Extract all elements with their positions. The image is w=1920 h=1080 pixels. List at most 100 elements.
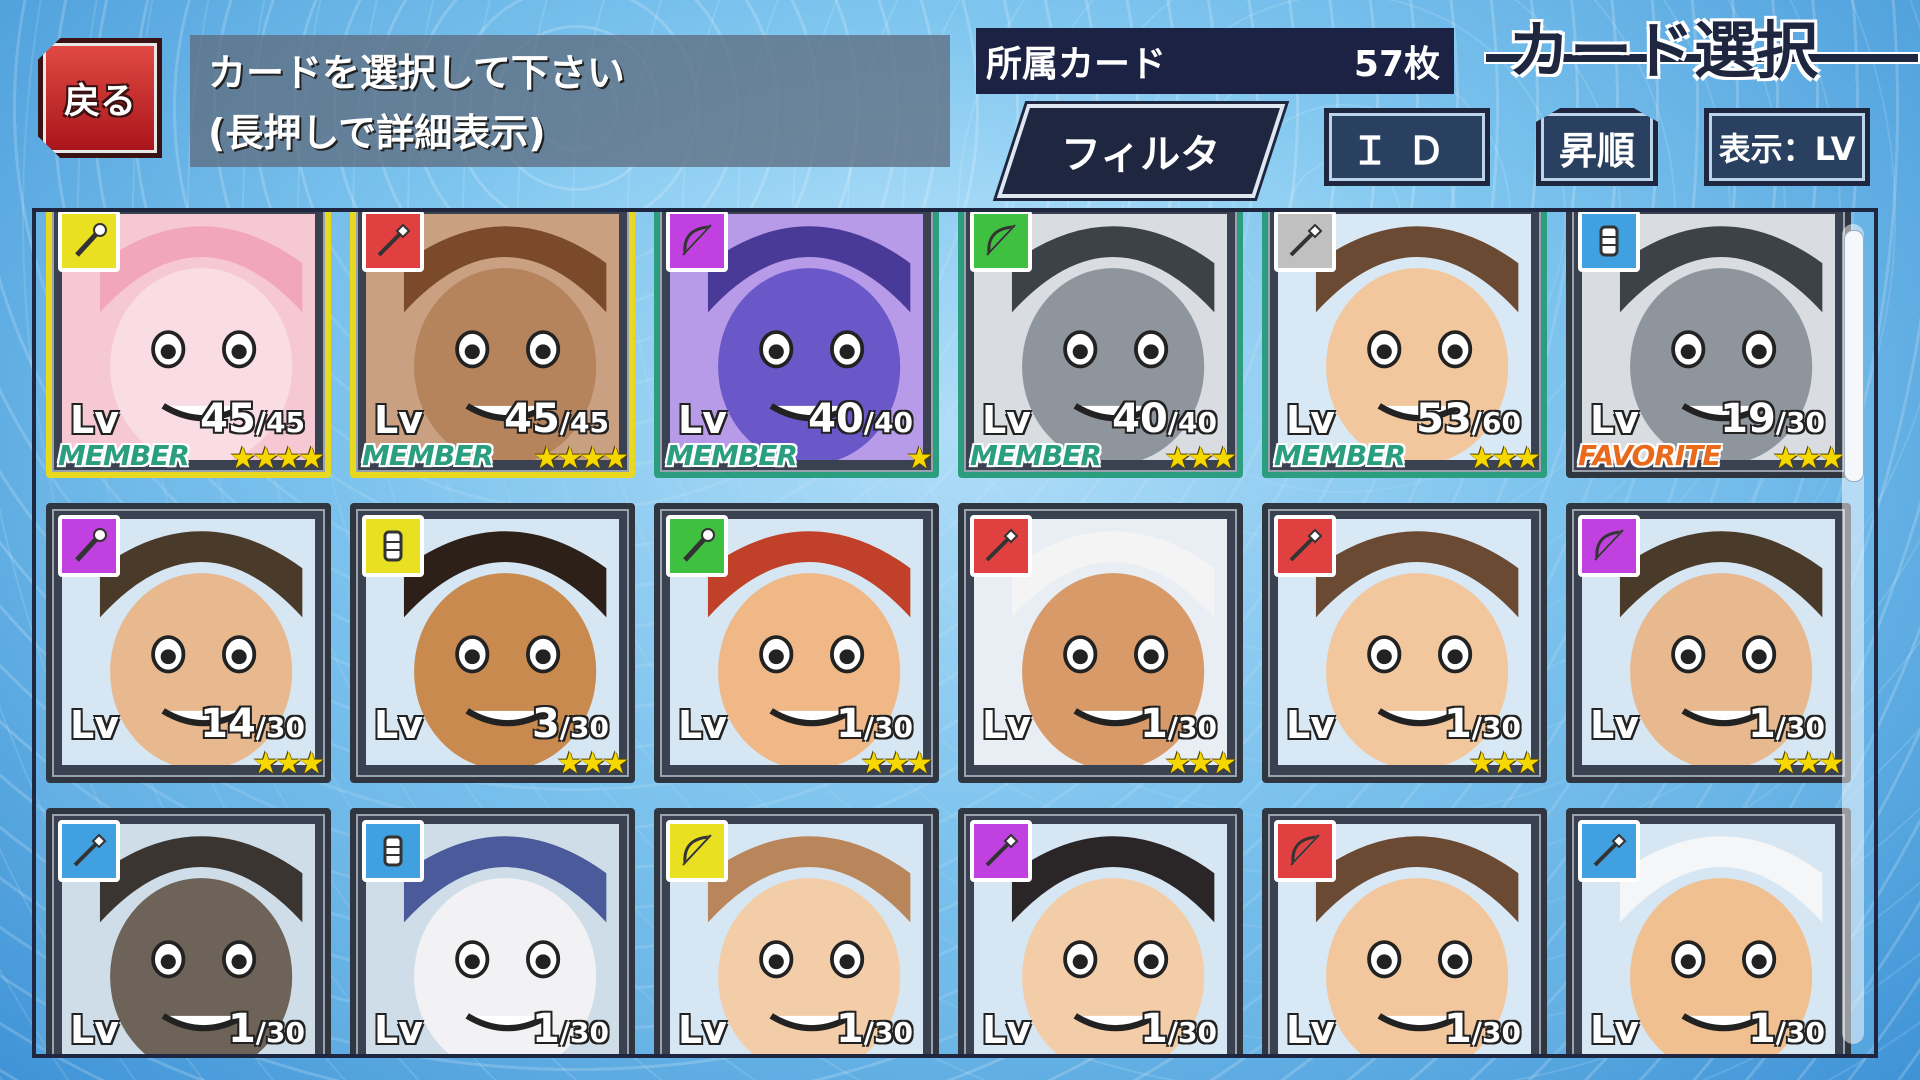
bow-icon [970, 212, 1032, 272]
card[interactable]: Lv1/30★★★ [1262, 808, 1547, 1054]
level-value: 19/30 [1720, 396, 1825, 442]
gauntlet-icon [362, 820, 424, 882]
level-label: Lv [678, 703, 727, 747]
level-label: Lv [1286, 398, 1335, 442]
card[interactable]: Lv 40/40 MEMBER ★ [654, 212, 939, 478]
scrollbar-thumb[interactable] [1844, 230, 1864, 482]
level-max: /30 [559, 711, 609, 744]
card-count-value: 57枚 [1353, 44, 1440, 85]
rarity-stars: ★★★ [860, 746, 933, 781]
card[interactable]: Lv 1/30★★★ [1566, 808, 1851, 1054]
level-current: 45 [504, 396, 560, 442]
level-current: 45 [200, 396, 256, 442]
rarity-stars: ★★★★ [229, 441, 325, 476]
level-max: /30 [863, 1016, 913, 1049]
level-value: 1/30 [228, 1006, 305, 1052]
card[interactable]: Lv 40/40 MEMBER ★★★ [958, 212, 1243, 478]
card[interactable]: Lv 19/30 FAVORITE ★★★ [1566, 212, 1851, 478]
card-grid-panel[interactable]: Lv 45/45 MEMBER ★★★★ Lv 45/45 MEMBER ★★★★ Lv 40/4… [32, 208, 1878, 1058]
level-label: Lv [70, 703, 119, 747]
spear-icon [1274, 515, 1336, 577]
card-status-tag: MEMBER [362, 439, 494, 472]
rarity-stars: ★★★ [860, 1051, 933, 1054]
level-value: 1/30 [1748, 1006, 1825, 1052]
level-max: /30 [1775, 711, 1825, 744]
level-current: 1 [227, 1006, 256, 1052]
spear-icon [1578, 820, 1640, 882]
level-max: /40 [1167, 406, 1217, 439]
instruction-panel: カードを選択して下さい (長押しで詳細表示) [190, 35, 950, 167]
sort-order-button[interactable]: 昇順 [1536, 108, 1658, 186]
level-max: /30 [1471, 711, 1521, 744]
card[interactable]: Lv 14/30 ★★★ [46, 503, 331, 783]
level-current: 1 [1139, 1006, 1168, 1052]
level-value: 1/30 [1444, 1006, 1521, 1052]
card-count-box: 所属カード 57枚 [976, 28, 1454, 94]
rarity-stars: ★★★ [252, 746, 325, 781]
level-value: 1/30 [1140, 701, 1217, 747]
card[interactable]: Lv1/30★★★ [654, 503, 939, 783]
card[interactable]: Lv1/30★★★ [958, 503, 1243, 783]
card[interactable]: Lv 45/45 MEMBER ★★★★ [350, 212, 635, 478]
level-current: 1 [1747, 701, 1776, 747]
rarity-stars: ★★★ [252, 1051, 325, 1054]
level-max: /30 [1167, 1016, 1217, 1049]
level-current: 1 [1443, 701, 1472, 747]
scrollbar[interactable] [1842, 224, 1864, 1044]
rarity-stars: ★★★ [1164, 746, 1237, 781]
card-status-tag: MEMBER [58, 439, 190, 472]
view-mode-label: 表示：LV [1718, 130, 1856, 168]
level-value: 45/45 [200, 396, 305, 442]
spear-icon [970, 515, 1032, 577]
card[interactable]: Lv1/30★★★ [958, 808, 1243, 1054]
screen-title-area: カード選択 [1484, 0, 1920, 87]
level-value: 53/60 [1416, 396, 1521, 442]
level-value: 3/30 [532, 701, 609, 747]
card[interactable]: Lv1/30★★★ [1262, 503, 1547, 783]
level-current: 1 [835, 1006, 864, 1052]
level-label: Lv [70, 1008, 119, 1052]
gauntlet-icon [1578, 212, 1640, 272]
level-label: Lv [374, 703, 423, 747]
level-max: /60 [1471, 406, 1521, 439]
card[interactable]: Lv1/30★★★ [654, 808, 939, 1054]
rarity-stars: ★★★ [1164, 441, 1237, 476]
level-value: 1/30 [1140, 1006, 1217, 1052]
bow-icon [1274, 820, 1336, 882]
level-max: /30 [559, 1016, 609, 1049]
card[interactable]: Lv 3/30 ★★★ [350, 503, 635, 783]
rarity-stars: ★★★ [1164, 1051, 1237, 1054]
rarity-stars: ★★★ [1772, 1051, 1845, 1054]
view-mode-button[interactable]: 表示：LV [1704, 108, 1870, 186]
card[interactable]: Lv 53/60 MEMBER ★★★ [1262, 212, 1547, 478]
level-current: 40 [808, 396, 864, 442]
card-grid: Lv 45/45 MEMBER ★★★★ Lv 45/45 MEMBER ★★★★ Lv 40/4… [46, 212, 1851, 1054]
card[interactable]: Lv1/30★★★ [1566, 503, 1851, 783]
level-current: 19 [1720, 396, 1776, 442]
bow-icon [666, 212, 728, 272]
level-value: 1/30 [836, 1006, 913, 1052]
level-label: Lv [1286, 703, 1335, 747]
staff-icon [666, 515, 728, 577]
level-value: 1/30 [1444, 701, 1521, 747]
spear-icon [970, 820, 1032, 882]
spear-icon [1274, 212, 1336, 272]
instruction-text: カードを選択して下さい [208, 51, 625, 95]
card[interactable]: Lv 1/30★★★ [46, 808, 331, 1054]
sort-order-label: 昇順 [1558, 128, 1635, 173]
back-button-label: 戻る [63, 81, 136, 122]
filter-button[interactable]: フィルタ [996, 104, 1286, 198]
level-max: /45 [559, 406, 609, 439]
level-current: 1 [531, 1006, 560, 1052]
card[interactable]: Lv 45/45 MEMBER ★★★★ [46, 212, 331, 478]
back-button[interactable]: 戻る [38, 38, 162, 158]
level-label: Lv [1590, 398, 1639, 442]
level-label: Lv [1590, 1008, 1639, 1052]
spear-icon [362, 212, 424, 272]
card-count-label: 所属カード [986, 44, 1167, 85]
card[interactable]: Lv1/30★★★ [350, 808, 635, 1054]
sort-key-button[interactable]: ＩＤ [1324, 108, 1490, 186]
level-current: 1 [1443, 1006, 1472, 1052]
screen-title: カード選択 [1508, 14, 1819, 87]
card-status-tag: FAVORITE [1578, 439, 1721, 472]
